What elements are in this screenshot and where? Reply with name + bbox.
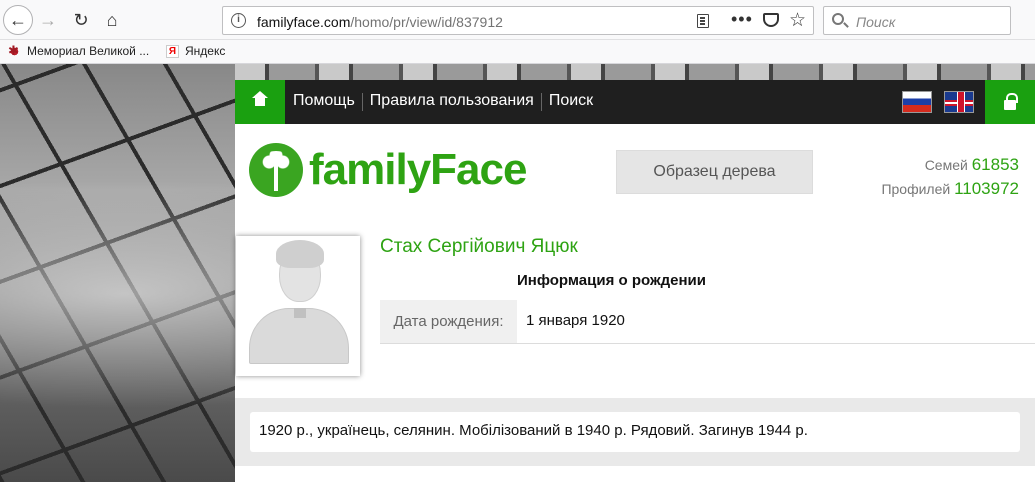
bookmark-label: Мемориал Великой ... — [27, 44, 150, 58]
site-content: Помощь Правила пользования Поиск familyF… — [235, 80, 1035, 482]
bio-text: 1920 р., українець, селянин. Мобілізован… — [250, 412, 1020, 452]
ru-flag-icon[interactable] — [902, 91, 932, 113]
site-nav: Помощь Правила пользования Поиск — [235, 80, 1035, 124]
site-logo[interactable]: familyFace — [249, 143, 527, 197]
browser-search-input[interactable]: Поиск — [823, 6, 1011, 35]
page-actions-icon[interactable]: ••• — [731, 9, 753, 30]
pocket-icon[interactable] — [763, 13, 779, 27]
birth-info-title: Информация о рождении — [517, 272, 706, 289]
profiles-label: Профилей — [881, 181, 951, 197]
nav-home-button[interactable] — [235, 80, 285, 124]
reload-icon[interactable]: ↻ — [67, 6, 95, 34]
profile-name: Стах Сергійович Яцюк — [380, 236, 578, 257]
bookmark-yandex[interactable]: Я Яндекс — [166, 44, 225, 58]
browser-window: ← → ↻ ⌂ i familyface.com/homo/pr/view/id… — [0, 0, 1035, 482]
uk-flag-icon[interactable] — [944, 91, 974, 113]
browser-toolbar: ← → ↻ ⌂ i familyface.com/homo/pr/view/id… — [0, 0, 1035, 40]
tree-logo-icon — [249, 143, 303, 197]
profiles-stat: Профилей 1103972 — [881, 177, 1019, 201]
lock-icon — [1004, 93, 1018, 110]
url-bar[interactable]: i familyface.com/homo/pr/view/id/837912 … — [222, 6, 814, 35]
profiles-count: 1103972 — [954, 179, 1019, 198]
site-stats: Семей 61853 Профилей 1103972 — [881, 153, 1019, 201]
bookmark-memorial[interactable]: Мемориал Великой ... — [8, 43, 150, 59]
nav-divider — [361, 93, 363, 111]
search-placeholder: Поиск — [856, 14, 896, 30]
url-text[interactable]: familyface.com/homo/pr/view/id/837912 — [257, 14, 503, 30]
reader-view-icon[interactable] — [697, 14, 709, 28]
yandex-icon: Я — [166, 44, 179, 58]
avatar-collar — [294, 308, 306, 318]
home-icon[interactable]: ⌂ — [98, 6, 126, 34]
home-icon — [252, 90, 268, 109]
bio-section: 1920 р., українець, селянин. Мобілізован… — [235, 398, 1035, 466]
memorial-icon — [8, 43, 21, 59]
login-button[interactable] — [985, 80, 1035, 124]
nav-link-search[interactable]: Поиск — [549, 92, 593, 111]
bookmark-star-icon[interactable]: ☆ — [789, 9, 806, 32]
back-icon[interactable]: ← — [3, 5, 33, 35]
birth-date-row: Дата рождения: 1 января 1920 — [380, 300, 1035, 344]
url-path: /homo/pr/view/id/837912 — [350, 14, 503, 30]
nav-divider — [540, 93, 542, 111]
search-icon — [832, 13, 844, 25]
site-info-icon[interactable]: i — [231, 13, 246, 28]
bookmark-label: Яндекс — [185, 44, 226, 58]
nav-link-help[interactable]: Помощь — [293, 92, 355, 111]
birth-date-value: 1 января 1920 — [526, 312, 625, 329]
birth-date-label: Дата рождения: — [380, 300, 517, 343]
bookmarks-bar: Мемориал Великой ... Я Яндекс — [0, 40, 1035, 64]
avatar-hair — [276, 240, 324, 268]
forward-icon[interactable]: → — [34, 6, 62, 34]
logo-text: familyFace — [309, 145, 527, 194]
families-stat: Семей 61853 — [881, 153, 1019, 177]
sample-tree-button[interactable]: Образец дерева — [616, 150, 813, 194]
profile-avatar — [236, 236, 360, 376]
families-count: 61853 — [971, 155, 1019, 174]
families-label: Семей — [924, 157, 968, 173]
nav-links: Помощь Правила пользования Поиск — [293, 92, 593, 111]
nav-link-terms[interactable]: Правила пользования — [370, 92, 534, 111]
url-domain: familyface.com — [257, 14, 351, 30]
background-photo-strip — [235, 64, 1035, 80]
